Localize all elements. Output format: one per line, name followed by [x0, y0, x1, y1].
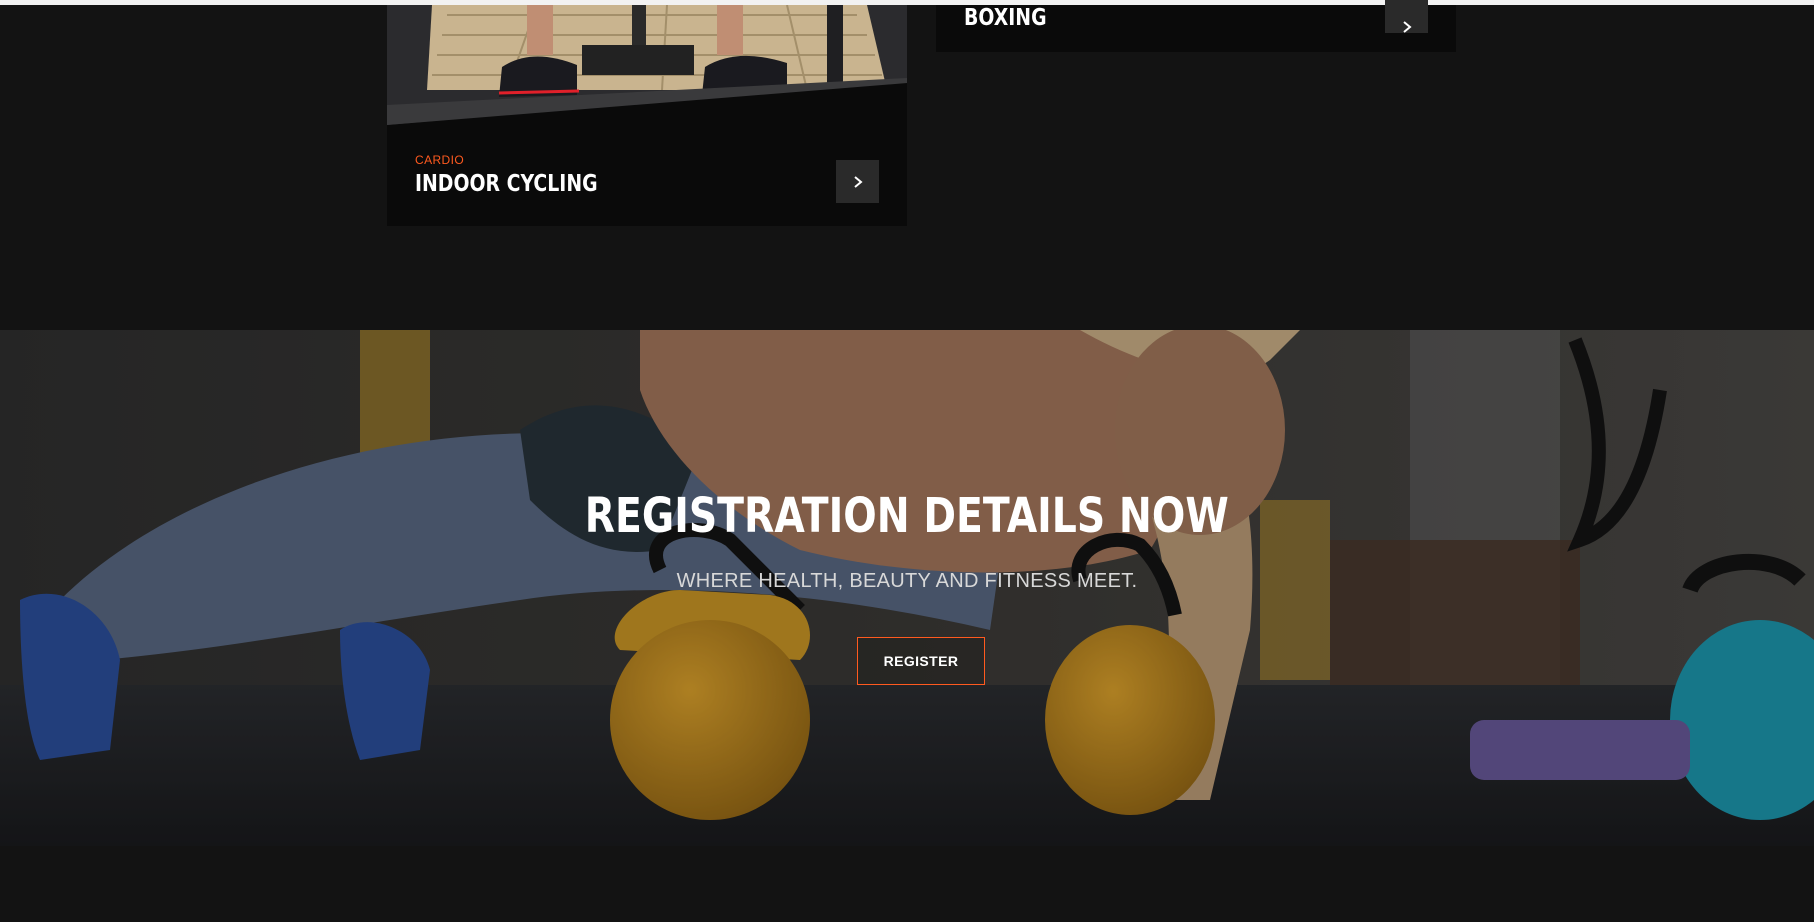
banner-title: REGISTRATION DETAILS NOW	[0, 488, 1814, 544]
register-button[interactable]: REGISTER	[857, 637, 985, 685]
banner-subtitle: WHERE HEALTH, BEAUTY AND FITNESS MEET.	[676, 570, 1138, 592]
banner-title-text: REGISTRATION DETAILS NOW	[584, 488, 1230, 544]
class-card-boxing[interactable]: BOXING	[936, 0, 1456, 52]
class-title[interactable]: INDOOR CYCLING	[415, 171, 598, 197]
chevron-right-icon	[1402, 20, 1412, 33]
top-edge-strip	[0, 0, 1814, 5]
class-card-indoor-cycling[interactable]: CARDIO INDOOR CYCLING	[387, 5, 907, 226]
class-arrow-button[interactable]	[1385, 0, 1428, 33]
chevron-right-icon	[853, 175, 863, 188]
class-photo	[387, 5, 907, 125]
registration-banner: REGISTRATION DETAILS NOW WHERE HEALTH, B…	[0, 330, 1814, 846]
class-category: CARDIO	[415, 153, 465, 167]
class-title[interactable]: BOXING	[964, 5, 1047, 31]
class-arrow-button[interactable]	[836, 160, 879, 203]
